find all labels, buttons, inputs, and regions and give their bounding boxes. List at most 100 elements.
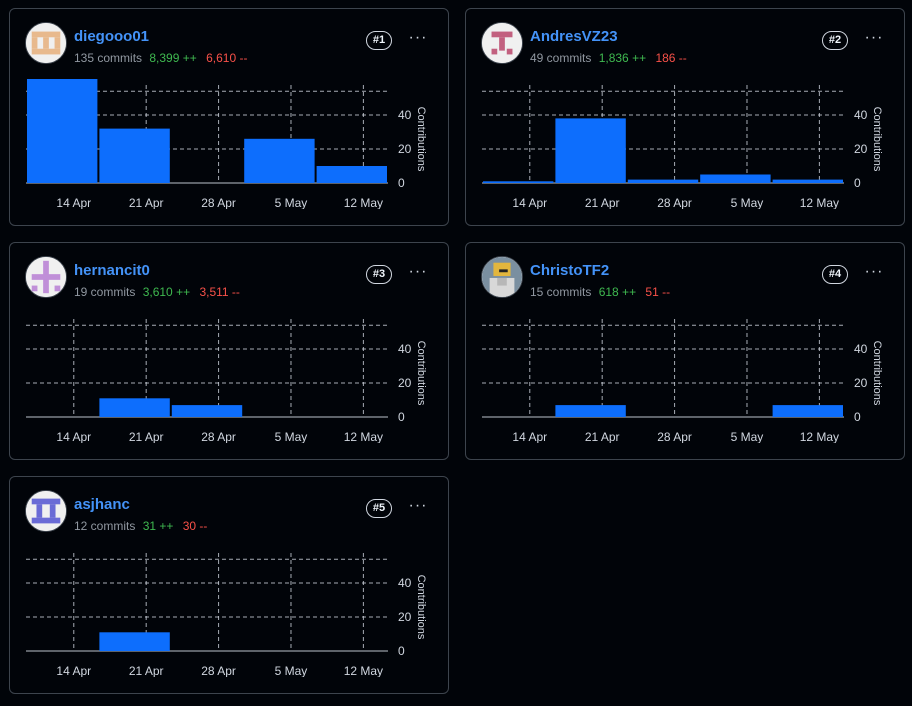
identicon-image: [26, 257, 66, 297]
avatar[interactable]: [25, 490, 67, 532]
x-tick-label: 21 Apr: [585, 196, 620, 209]
x-tick-label: 14 Apr: [512, 430, 547, 443]
deletions-count: 51 --: [645, 285, 671, 299]
kebab-menu-icon[interactable]: ···: [408, 264, 428, 283]
x-tick-label: 5 May: [275, 196, 308, 209]
commit-count[interactable]: 49 commits: [530, 51, 591, 65]
bar[interactable]: [171, 405, 243, 417]
y-tick-label: 40: [398, 108, 412, 122]
bar[interactable]: [244, 138, 315, 183]
x-tick-label: 28 Apr: [201, 196, 236, 209]
username-link[interactable]: diegooo01: [74, 28, 149, 45]
rank-badge: #4: [822, 265, 848, 284]
x-tick-label: 21 Apr: [129, 664, 164, 677]
y-tick-label: 40: [854, 108, 868, 122]
bar[interactable]: [772, 179, 843, 183]
additions-count: 31 ++: [142, 519, 174, 533]
x-tick-label: 21 Apr: [129, 196, 164, 209]
commit-count[interactable]: 15 commits: [530, 285, 591, 299]
deletions-count: 186 --: [655, 51, 687, 65]
avatar-photo: [482, 257, 522, 297]
username-link[interactable]: AndresVZ23: [530, 28, 618, 45]
avatar[interactable]: [481, 256, 523, 298]
bar[interactable]: [700, 174, 771, 184]
avatar[interactable]: [25, 22, 67, 64]
commit-stats: 12 commits 31 ++ 30 --: [74, 519, 207, 533]
bar[interactable]: [483, 181, 554, 183]
x-tick-label: 12 May: [344, 664, 383, 677]
y-tick-label: 20: [398, 142, 412, 156]
deletions-count: 6,610 --: [206, 51, 248, 65]
username-link[interactable]: asjhanc: [74, 496, 130, 513]
y-tick-label: 20: [398, 376, 412, 390]
bar[interactable]: [99, 398, 170, 417]
bar[interactable]: [555, 118, 626, 183]
bar[interactable]: [99, 632, 170, 651]
identicon-image: [26, 23, 66, 63]
x-tick-label: 12 May: [344, 430, 383, 443]
avatar[interactable]: [25, 256, 67, 298]
y-tick-label: 40: [398, 342, 412, 356]
deletions-count: 30 --: [182, 519, 208, 533]
bar[interactable]: [627, 179, 699, 183]
x-tick-label: 28 Apr: [657, 430, 692, 443]
additions-count: 3,610 ++: [142, 285, 191, 299]
x-tick-label: 12 May: [344, 196, 383, 209]
bar[interactable]: [316, 166, 387, 183]
y-axis-label: Contributions: [415, 107, 427, 172]
additions-count: 618 ++: [598, 285, 637, 299]
x-tick-label: 28 Apr: [657, 196, 692, 209]
x-tick-label: 28 Apr: [201, 664, 236, 677]
contribution-chart: 14 Apr 21 Apr 28 Apr 5 May 12 May 0 20 40 Contri…: [10, 313, 448, 443]
commit-stats: 49 commits 1,836 ++ 186 --: [530, 51, 687, 65]
bar[interactable]: [555, 405, 626, 417]
commit-stats: 135 commits 8,399 ++ 6,610 --: [74, 51, 247, 65]
y-tick-label: 20: [398, 610, 412, 624]
x-tick-label: 28 Apr: [201, 430, 236, 443]
y-tick-label: 40: [398, 576, 412, 590]
rank-badge: #5: [366, 499, 392, 518]
rank-badge: #3: [366, 265, 392, 284]
contributor-card: AndresVZ23 49 commits 1,836 ++ 186 -- #2…: [465, 8, 905, 226]
y-axis-label: Contributions: [871, 341, 883, 406]
commit-count[interactable]: 19 commits: [74, 285, 135, 299]
identicon-image: [482, 23, 522, 63]
x-tick-label: 14 Apr: [56, 664, 91, 677]
y-tick-label: 40: [854, 342, 868, 356]
additions-count: 8,399 ++: [149, 51, 197, 65]
y-tick-label: 0: [854, 176, 861, 190]
commit-stats: 19 commits 3,610 ++ 3,511 --: [74, 285, 240, 299]
avatar[interactable]: [481, 22, 523, 64]
kebab-menu-icon[interactable]: ···: [408, 498, 428, 517]
deletions-count: 3,511 --: [199, 285, 240, 299]
x-tick-label: 14 Apr: [56, 430, 91, 443]
contribution-chart: 14 Apr 21 Apr 28 Apr 5 May 12 May 0 20 40 Contri…: [466, 313, 904, 443]
username-link[interactable]: ChristoTF2: [530, 262, 609, 279]
y-tick-label: 0: [854, 410, 861, 424]
contributor-card: hernancit0 19 commits 3,610 ++ 3,511 -- …: [9, 242, 449, 460]
commit-stats: 15 commits 618 ++ 51 --: [530, 285, 670, 299]
y-tick-label: 0: [398, 644, 405, 658]
contributor-card: asjhanc 12 commits 31 ++ 30 -- #5 ··· 14…: [9, 476, 449, 694]
commit-count[interactable]: 135 commits: [74, 51, 142, 65]
x-tick-label: 5 May: [731, 196, 764, 209]
kebab-menu-icon[interactable]: ···: [864, 264, 884, 283]
username-link[interactable]: hernancit0: [74, 262, 150, 279]
commit-count[interactable]: 12 commits: [74, 519, 135, 533]
x-tick-label: 14 Apr: [512, 196, 547, 209]
bar[interactable]: [772, 405, 843, 417]
contribution-chart: 14 Apr 21 Apr 28 Apr 5 May 12 May 0 20 40 Contri…: [10, 547, 448, 677]
contribution-chart: 14 Apr 21 Apr 28 Apr 5 May 12 May 0 20 40 Contri…: [466, 79, 904, 209]
bar[interactable]: [27, 79, 98, 183]
bar[interactable]: [99, 128, 170, 183]
x-tick-label: 21 Apr: [129, 430, 164, 443]
x-tick-label: 12 May: [800, 430, 839, 443]
kebab-menu-icon[interactable]: ···: [408, 30, 428, 49]
y-tick-label: 0: [398, 410, 405, 424]
kebab-menu-icon[interactable]: ···: [864, 30, 884, 49]
x-tick-label: 21 Apr: [585, 430, 620, 443]
contributor-card: diegooo01 135 commits 8,399 ++ 6,610 -- …: [9, 8, 449, 226]
additions-count: 1,836 ++: [598, 51, 647, 65]
x-tick-label: 5 May: [731, 430, 764, 443]
y-tick-label: 20: [854, 376, 868, 390]
